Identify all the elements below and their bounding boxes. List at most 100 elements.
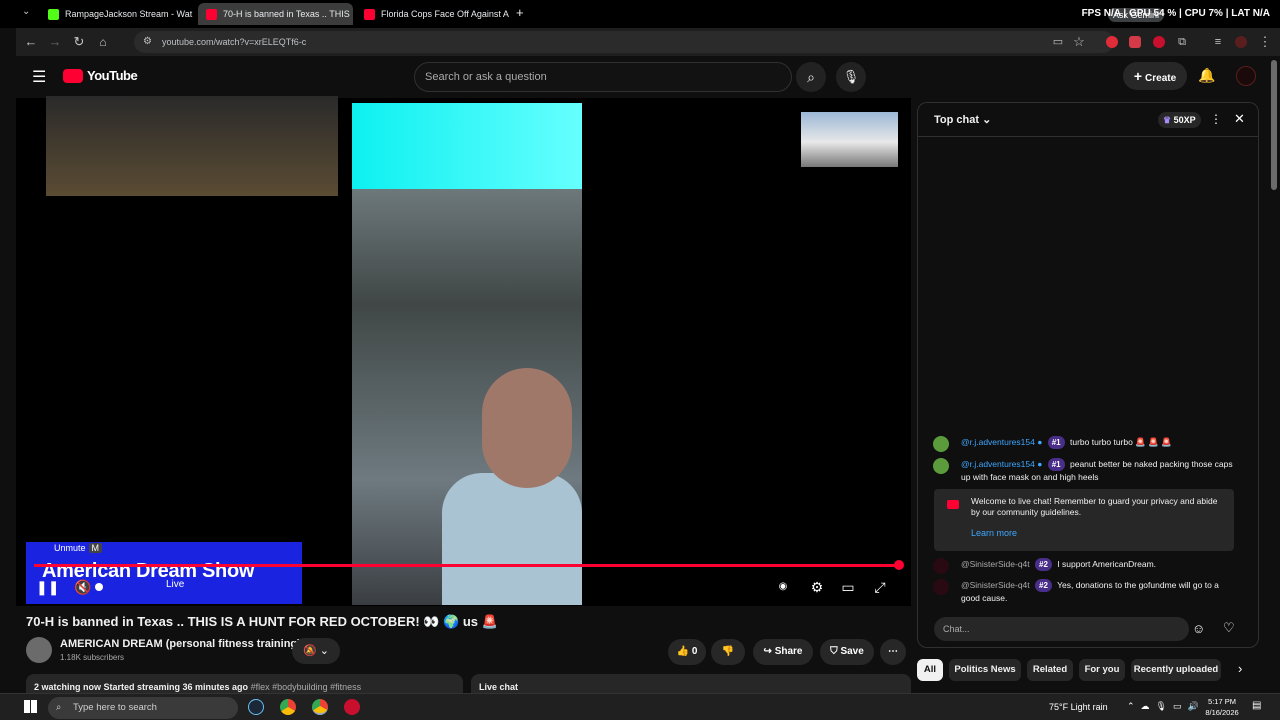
chip-politics-news[interactable]: Politics News [949,659,1021,681]
notification-center-icon[interactable]: ▤ [1252,700,1261,711]
clock-time: 5:17 PM [1208,697,1236,706]
url-text: youtube.com/watch?v=xrELEQTf6-c [162,37,307,47]
browser-tab-rampagejackson[interactable]: RampageJackson Stream - Wat ✕ [40,3,195,25]
reload-icon[interactable]: ↻ [70,33,88,51]
extension-red-icon[interactable] [1106,36,1118,48]
extension-badge-icon[interactable] [1129,36,1141,48]
chat-message[interactable]: @r.j.adventures154 ● #1 turbo turbo turb… [933,436,1238,452]
taskbar-search-placeholder: Type here to search [73,702,157,713]
share-arrow-icon: ↪ [763,646,772,657]
progress-scrubber[interactable] [894,560,904,570]
chat-author-avatar[interactable] [933,579,949,595]
browser-tab-70h-banned[interactable]: 70-H is banned in Texas .. THIS ✕ [198,3,353,25]
chevron-right-icon[interactable]: › [1238,661,1242,676]
video-player[interactable]: American Dream Show Unmute M ❚❚ 🔇 Live ◉ … [16,96,911,606]
install-app-icon[interactable]: ▭ [1049,33,1067,51]
search-icon[interactable]: ⌕ [796,62,826,92]
chat-more-options-icon[interactable]: ⋮ [1210,112,1222,126]
like-button[interactable]: 👍 0 [668,639,706,665]
chat-message[interactable]: @SinisterSide-q4t #2 Yes, donations to t… [933,579,1238,605]
account-avatar[interactable] [1236,66,1256,86]
extension-circle-icon[interactable] [1153,36,1165,48]
fullscreen-icon[interactable]: ⤢ [869,576,891,598]
browser-tab-florida-cops[interactable]: Florida Cops Face Off Against A ✕ [356,3,511,25]
microphone-icon[interactable]: 🎙 [836,62,866,92]
autoplay-toggle-icon[interactable]: ◉ [772,576,794,598]
chat-rank-badge: #2 [1035,579,1052,592]
bell-off-icon: 🔕 [303,645,317,657]
youtube-logo[interactable]: YouTube [63,68,138,83]
search-input[interactable]: Search or ask a question [414,62,792,92]
chip-recently-uploaded[interactable]: Recently uploaded [1131,659,1221,681]
dislike-button[interactable]: 👎 [711,639,745,665]
taskbar-clock[interactable]: 5:17 PM 8/16/2026 [1202,696,1242,718]
chat-author-avatar[interactable] [933,558,949,574]
channel-avatar[interactable] [26,637,52,663]
chat-message[interactable]: @r.j.adventures154 ● #1 peanut better be… [933,458,1238,484]
heart-icon[interactable]: ♡ [1223,620,1235,636]
system-tray-icons[interactable]: ⌃☁🎙▭🔊 [1127,701,1205,712]
clock-date: 8/16/2026 [1205,708,1239,717]
chip-related[interactable]: Related [1027,659,1073,681]
windows-start-icon[interactable] [24,700,37,713]
close-chat-icon[interactable]: ✕ [1234,111,1245,127]
channel-name[interactable]: AMERICAN DREAM (personal fitness trainin… [60,638,301,650]
chat-input[interactable]: Chat... [934,617,1189,641]
taskbar-chrome-icon[interactable] [280,699,296,715]
notifications-bell-icon[interactable]: 🔔 [1198,67,1215,84]
chip-for-you[interactable]: For you [1079,659,1125,681]
video-person-shirt [442,473,582,605]
extensions-puzzle-icon[interactable]: ⧉ [1173,33,1191,51]
emoji-icon[interactable]: ☺ [1192,621,1205,636]
chat-author-name[interactable]: @r.j.adventures154 [961,459,1035,469]
chat-author-name[interactable]: @SinisterSide-q4t [961,559,1030,569]
chat-author-avatar[interactable] [933,458,949,474]
site-info-icon[interactable]: ⚙ [143,31,152,53]
chat-rank-badge: #2 [1035,558,1052,571]
chip-all[interactable]: All [917,659,943,681]
progress-bar[interactable] [34,564,900,567]
like-count: 0 [691,646,698,657]
more-actions-button[interactable]: ⋯ [880,639,906,665]
volume-slider-knob[interactable] [95,583,103,591]
theater-mode-icon[interactable]: ▭ [837,576,859,598]
tab-search-dropdown-icon[interactable]: ⌄ [22,6,30,17]
save-button[interactable]: ⛉ Save [820,639,874,665]
notification-preference-button[interactable]: 🔕 ⌄ [292,638,340,664]
chat-scrollbar[interactable] [1252,141,1256,601]
page-scrollbar[interactable] [1271,60,1277,190]
address-bar[interactable]: ⚙ youtube.com/watch?v=xrELEQTf6-c [134,31,1114,53]
back-icon[interactable]: ← [22,33,40,51]
create-button[interactable]: + Create [1123,62,1187,90]
learn-more-link[interactable]: Learn more [971,528,1226,539]
new-tab-button[interactable]: + [516,5,524,20]
hamburger-menu-icon[interactable]: ☰ [32,67,46,87]
tab-title: Florida Cops Face Off Against A [381,9,509,19]
reading-list-icon[interactable]: ≡ [1209,33,1227,51]
bookmark-star-icon[interactable]: ☆ [1070,33,1088,51]
description-hashtags[interactable]: #flex #bodybuilding #fitness [251,682,362,692]
share-button[interactable]: ↪ Share [753,639,813,665]
live-indicator[interactable]: Live [166,579,184,590]
xp-badge[interactable]: ♛ 50XP [1158,112,1201,128]
chat-author-avatar[interactable] [933,436,949,452]
settings-gear-icon[interactable]: ⚙ [806,576,828,598]
chat-mode-selector[interactable]: Top chat ⌄ [934,113,991,126]
volume-muted-icon[interactable]: 🔇 [72,576,94,598]
profile-avatar-icon[interactable] [1235,36,1247,48]
pause-icon[interactable]: ❚❚ [36,576,59,598]
taskbar-chrome-profile-icon[interactable] [312,699,328,715]
youtube-small-logo-icon [947,500,959,509]
forward-icon[interactable]: → [46,33,64,51]
chat-author-name[interactable]: @r.j.adventures154 [961,437,1035,447]
home-icon[interactable]: ⌂ [94,33,112,51]
taskbar-steam-icon[interactable] [248,699,264,715]
browser-menu-icon[interactable]: ⋮ [1256,33,1274,51]
youtube-play-logo-icon [63,68,83,83]
weather-widget[interactable]: 75°F Light rain [1049,702,1108,712]
chat-author-name[interactable]: @SinisterSide-q4t [961,580,1030,590]
taskbar-app-icon[interactable] [344,699,360,715]
taskbar-search-input[interactable]: ⌕ Type here to search [48,697,238,719]
chat-message[interactable]: @SinisterSide-q4t #2 I support AmericanD… [933,558,1238,574]
create-label: Create [1145,73,1177,84]
